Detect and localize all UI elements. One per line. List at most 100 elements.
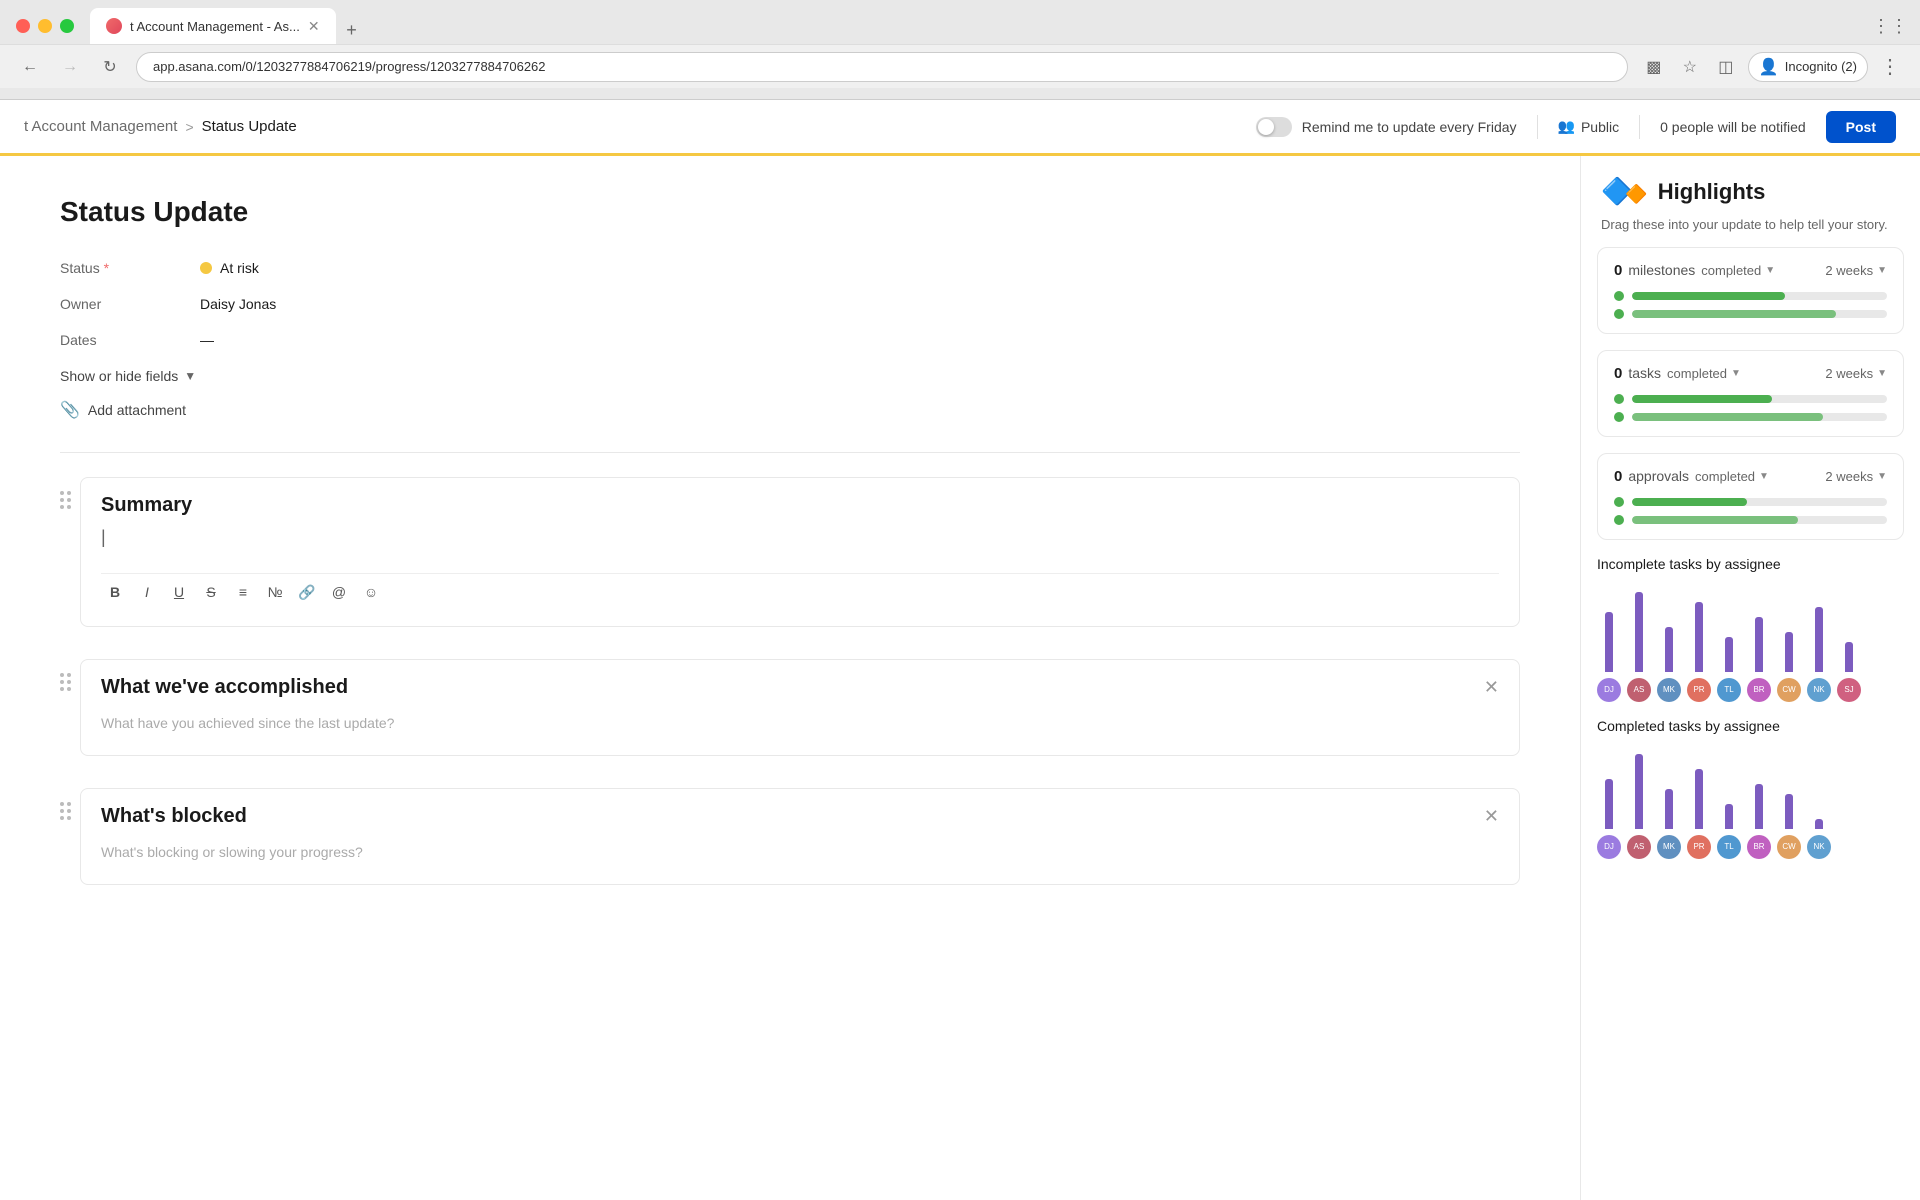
highlights-icon: 🔷🔶 — [1601, 176, 1648, 207]
tab-title: t Account Management - As... — [130, 19, 300, 34]
profile-button[interactable]: 👤 Incognito (2) — [1748, 52, 1868, 82]
link-button[interactable]: 🔗 — [293, 578, 321, 606]
chart-bar-7 — [1785, 632, 1793, 672]
notify-text: 0 people will be notified — [1660, 119, 1806, 135]
comp-chart-avatar-8: NK — [1807, 835, 1831, 859]
tasks-track-2 — [1632, 413, 1887, 421]
tasks-bar-2 — [1614, 412, 1887, 422]
chart-avatar-8: NK — [1807, 678, 1831, 702]
browser-tabs: t Account Management - As... ✕ + — [90, 8, 1876, 44]
italic-button[interactable]: I — [133, 578, 161, 606]
approvals-track-2 — [1632, 516, 1887, 524]
breadcrumb-parent[interactable]: t Account Management — [24, 118, 177, 135]
approvals-fill-1 — [1632, 498, 1747, 506]
milestones-completed[interactable]: completed ▼ — [1701, 263, 1775, 278]
attachment-icon: 📎 — [60, 400, 80, 420]
strikethrough-button[interactable]: S — [197, 578, 225, 606]
dates-value[interactable]: — — [200, 332, 214, 348]
chart-bar-1 — [1605, 612, 1613, 672]
chart-col-9: SJ — [1837, 642, 1861, 702]
browser-dot-close[interactable] — [16, 19, 30, 33]
summary-content[interactable]: Summary | B I U S ≡ № 🔗 @ ☺ — [80, 477, 1520, 627]
show-hide-fields[interactable]: Show or hide fields ▼ — [60, 368, 1520, 384]
tasks-weeks[interactable]: 2 weeks ▼ — [1825, 366, 1887, 381]
comp-chart-avatar-6: BR — [1747, 835, 1771, 859]
blocked-content[interactable]: What's blocked ✕ What's blocking or slow… — [80, 788, 1520, 885]
accomplished-close-button[interactable]: ✕ — [1484, 677, 1499, 698]
milestones-bar-1 — [1614, 291, 1887, 301]
accomplished-drag-handle[interactable] — [60, 667, 80, 691]
accomplished-content[interactable]: What we've accomplished ✕ What have you … — [80, 659, 1520, 756]
owner-label: Owner — [60, 296, 200, 312]
bookmark-icon[interactable]: ☆ — [1676, 53, 1704, 81]
browser-dot-maximize[interactable] — [60, 19, 74, 33]
new-tab-button[interactable]: + — [338, 16, 366, 44]
browser-tab-active[interactable]: t Account Management - As... ✕ — [90, 8, 336, 44]
breadcrumb-current: Status Update — [202, 118, 297, 135]
cast-icon[interactable]: ▩ — [1640, 53, 1668, 81]
accomplished-placeholder[interactable]: What have you achieved since the last up… — [101, 707, 1499, 739]
ordered-list-button[interactable]: № — [261, 578, 289, 606]
summary-drag-handle[interactable] — [60, 485, 80, 509]
emoji-button[interactable]: ☺ — [357, 578, 385, 606]
url-bar[interactable]: app.asana.com/0/1203277884706219/progres… — [136, 52, 1628, 82]
browser-dot-minimize[interactable] — [38, 19, 52, 33]
reminder-toggle[interactable]: Remind me to update every Friday — [1256, 117, 1517, 137]
blocked-close-button[interactable]: ✕ — [1484, 806, 1499, 827]
bold-button[interactable]: B — [101, 578, 129, 606]
tasks-completed[interactable]: completed ▼ — [1667, 366, 1741, 381]
toggle-knob — [1258, 119, 1274, 135]
reminder-switch[interactable] — [1256, 117, 1292, 137]
comp-chart-avatar-2: AS — [1627, 835, 1651, 859]
approvals-type: approvals — [1628, 468, 1689, 484]
post-button[interactable]: Post — [1826, 111, 1896, 143]
chart-bar-5 — [1725, 637, 1733, 672]
underline-button[interactable]: U — [165, 578, 193, 606]
tasks-completed-chevron-icon: ▼ — [1731, 368, 1741, 379]
refresh-button[interactable]: ↻ — [96, 53, 124, 81]
app-container: t Account Management > Status Update Rem… — [0, 100, 1920, 1200]
tab-close-button[interactable]: ✕ — [308, 18, 320, 35]
browser-chrome: t Account Management - As... ✕ + ⋮⋮ ← → … — [0, 0, 1920, 100]
chart-col-6: BR — [1747, 617, 1771, 702]
visibility-button[interactable]: 👥 Public — [1558, 118, 1620, 135]
main-content: Status Update Status At risk Owner Daisy… — [0, 156, 1920, 1200]
status-text[interactable]: At risk — [220, 260, 259, 276]
owner-value[interactable]: Daisy Jonas — [200, 296, 276, 312]
milestones-weeks[interactable]: 2 weeks ▼ — [1825, 263, 1887, 278]
comp-chart-col-4: PR — [1687, 769, 1711, 859]
highlights-subtitle: Drag these into your update to help tell… — [1601, 215, 1900, 235]
extension-icon[interactable]: ⋮⋮ — [1876, 12, 1904, 40]
asana-favicon — [106, 18, 122, 34]
tasks-fill-2 — [1632, 413, 1823, 421]
unordered-list-button[interactable]: ≡ — [229, 578, 257, 606]
blocked-placeholder[interactable]: What's blocking or slowing your progress… — [101, 836, 1499, 868]
show-hide-chevron-icon: ▼ — [184, 369, 196, 383]
comp-chart-bar-6 — [1755, 784, 1763, 829]
form-area: Status Update Status At risk Owner Daisy… — [0, 156, 1580, 1200]
milestones-bar-2 — [1614, 309, 1887, 319]
comp-chart-bar-4 — [1695, 769, 1703, 829]
approvals-completed[interactable]: completed ▼ — [1695, 469, 1769, 484]
sidebar-icon[interactable]: ◫ — [1712, 53, 1740, 81]
back-button[interactable]: ← — [16, 53, 44, 81]
blocked-drag-handle[interactable] — [60, 796, 80, 820]
mention-button[interactable]: @ — [325, 578, 353, 606]
more-menu-icon[interactable]: ⋮ — [1876, 53, 1904, 81]
blocked-header: What's blocked ✕ — [101, 805, 1499, 828]
tasks-card: 0 tasks completed ▼ 2 weeks ▼ — [1597, 350, 1904, 437]
chart-avatar-6: BR — [1747, 678, 1771, 702]
comp-chart-bar-1 — [1605, 779, 1613, 829]
forward-button[interactable]: → — [56, 53, 84, 81]
add-attachment[interactable]: 📎 Add attachment — [60, 400, 1520, 420]
page-title: Status Update — [60, 196, 1520, 228]
completed-tasks-chart: DJ AS MK PR — [1597, 746, 1904, 867]
chart-col-4: PR — [1687, 602, 1711, 702]
approvals-weeks[interactable]: 2 weeks ▼ — [1825, 469, 1887, 484]
chart-avatar-9: SJ — [1837, 678, 1861, 702]
chart-col-1: DJ — [1597, 612, 1621, 702]
milestones-completed-chevron-icon: ▼ — [1765, 265, 1775, 276]
comp-chart-bar-7 — [1785, 794, 1793, 829]
browser-title-bar: t Account Management - As... ✕ + ⋮⋮ — [0, 0, 1920, 44]
chart-bar-2 — [1635, 592, 1643, 672]
